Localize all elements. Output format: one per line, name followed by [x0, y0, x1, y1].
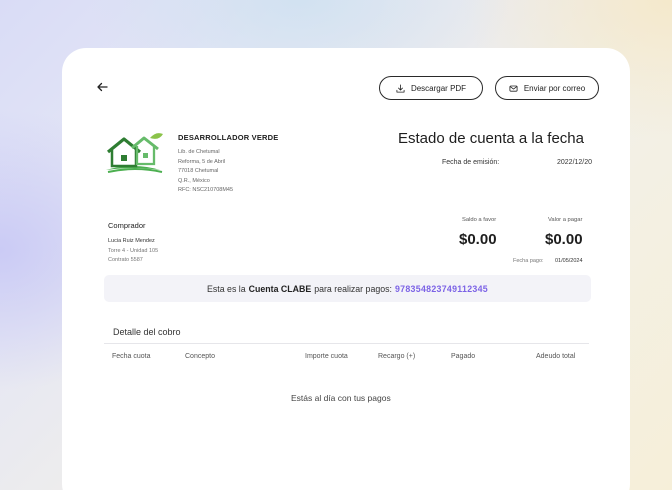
download-pdf-button[interactable]: Descargar PDF	[379, 76, 483, 100]
buyer-unit: Torre 4 - Unidad 105	[108, 247, 159, 254]
company-address-line: 77018 Chetumal	[178, 168, 219, 175]
emission-date-label: Fecha de emisión:	[442, 159, 500, 166]
company-logo	[104, 132, 166, 176]
detail-section-title: Detalle del cobro	[113, 327, 181, 337]
back-button[interactable]	[96, 80, 108, 94]
company-address-line: Reforma, 5 de Abril	[178, 158, 226, 165]
column-header-adeudo-total: Adeudo total	[536, 353, 576, 360]
amount-due-label: Valor a pagar	[548, 217, 583, 223]
column-header-recargo: Recargo (+)	[378, 353, 416, 360]
download-icon	[396, 83, 405, 93]
balance-value: $0.00	[459, 231, 497, 248]
mail-icon	[509, 85, 518, 92]
buyer-contract: Contrato 5587	[108, 257, 143, 264]
column-header-importe-cuota: Importe cuota	[305, 353, 348, 360]
company-address-line: Q.R., México	[178, 177, 210, 184]
company-address: Lib. de Chetumal Reforma, 5 de Abril 770…	[178, 148, 233, 196]
amount-due-value: $0.00	[545, 231, 583, 248]
empty-state-message: Estás al día con tus pagos	[291, 393, 391, 403]
company-address-line: Lib. de Chetumal	[178, 149, 220, 155]
house-leaf-logo-icon	[106, 133, 163, 173]
company-address-line: RFC: NSC210708M45	[178, 187, 234, 194]
clabe-number[interactable]: 978354823749112345	[395, 284, 488, 294]
clabe-banner: Esta es la Cuenta CLABE para realizar pa…	[104, 275, 591, 302]
company-name: DESARROLLADOR VERDE	[178, 133, 279, 142]
page-title: Estado de cuenta a la fecha	[398, 130, 584, 147]
statement-card	[62, 48, 630, 490]
download-pdf-label: Descargar PDF	[410, 83, 467, 93]
balance-label: Saldo a favor	[462, 217, 497, 223]
column-header-concepto: Concepto	[185, 353, 215, 360]
pay-date-label: Fecha pago:	[513, 258, 544, 264]
pay-date-value: 01/05/2024	[555, 258, 583, 264]
column-header-fecha-cuota: Fecha cuota	[112, 353, 151, 360]
column-header-pagado: Pagado	[451, 353, 476, 360]
clabe-emphasis: Cuenta CLABE	[248, 283, 312, 294]
send-email-button[interactable]: Enviar por correo	[495, 76, 599, 100]
buyer-name: Lucia Ruiz Mendez	[108, 238, 155, 244]
buyer-info: Lucia Ruiz Mendez Torre 4 - Unidad 105 C…	[108, 237, 158, 266]
send-email-label: Enviar por correo	[523, 83, 586, 93]
buyer-label: Comprador	[108, 221, 146, 230]
divider	[104, 343, 589, 344]
emission-date-value: 2022/12/20	[557, 159, 593, 166]
arrow-left-icon	[97, 82, 108, 92]
clabe-suffix: para realizar pagos:	[314, 283, 392, 294]
clabe-prefix: Esta es la	[207, 283, 246, 294]
